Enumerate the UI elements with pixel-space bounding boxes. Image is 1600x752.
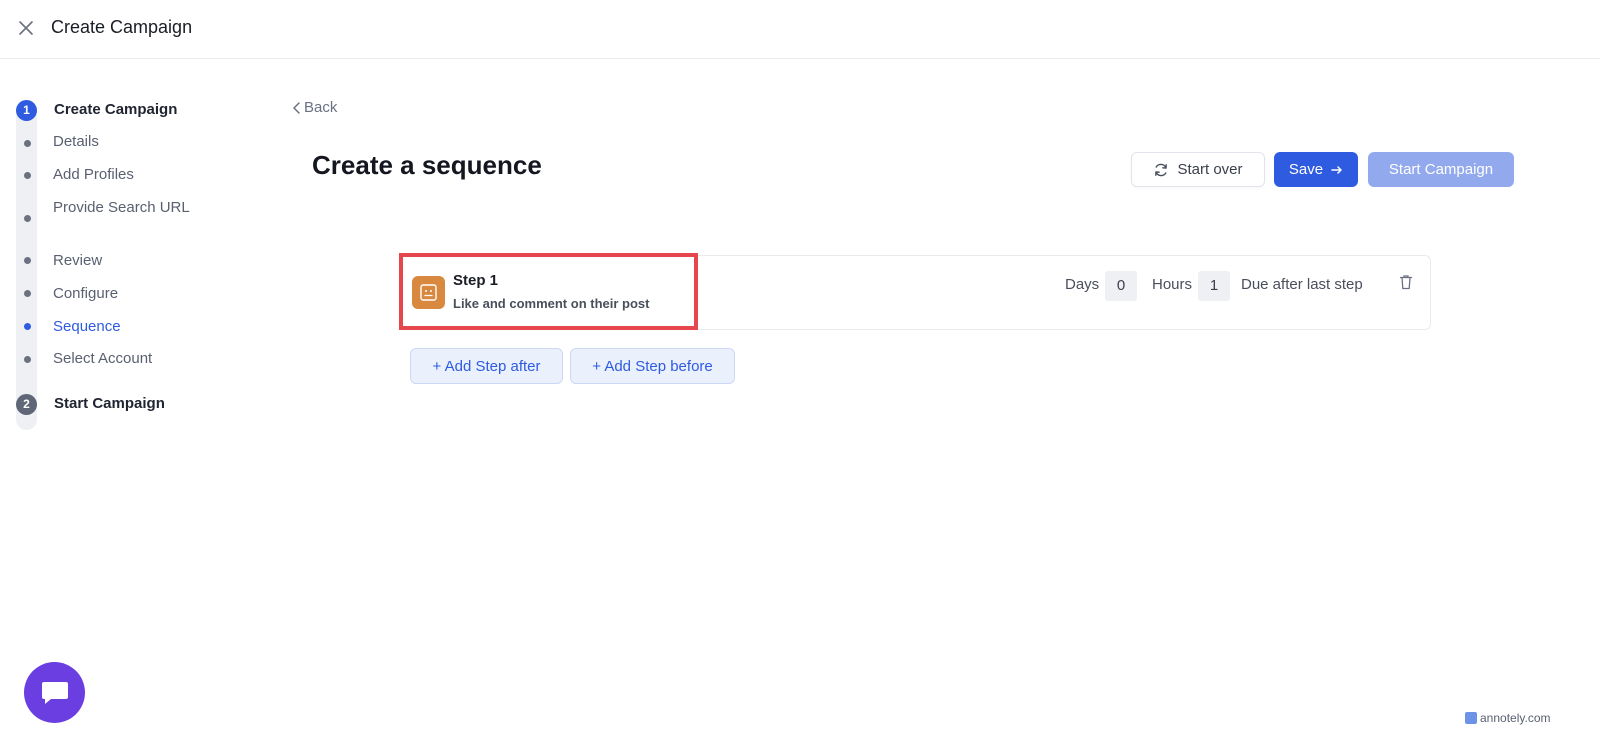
days-label: Days [1065,276,1100,293]
substep-dot-active [24,323,31,330]
refresh-icon [1155,163,1168,176]
campaign-stepper: 1 Create Campaign Details Add Profiles P… [16,100,216,430]
substep-configure[interactable]: Configure [53,284,193,304]
hours-label: Hours [1152,276,1193,293]
add-step-after-button[interactable]: + Add Step after [410,348,563,384]
save-label: Save [1288,161,1324,178]
watermark: annotely.com [1465,711,1550,725]
window-title: Create Campaign [51,17,193,37]
close-icon[interactable] [16,18,36,38]
substep-dot [24,356,31,363]
substep-details[interactable]: Details [53,132,193,152]
step-title: Step 1 [453,272,499,289]
due-label: Due after last step [1241,276,1363,293]
start-over-label: Start over [1177,161,1243,178]
substep-sequence[interactable]: Sequence [53,317,193,337]
substep-dot [24,172,31,179]
step-number-2: 2 [16,394,37,415]
watermark-text: annotely.com [1480,711,1551,725]
substep-dot [24,215,31,222]
back-link[interactable]: Back [292,99,337,116]
substep-review[interactable]: Review [53,251,193,271]
hours-value[interactable]: 1 [1198,271,1230,301]
days-value[interactable]: 0 [1105,271,1137,301]
substep-dot [24,290,31,297]
substep-provide-search-url[interactable]: Provide Search URL [53,198,193,218]
step-heading-create-campaign: Create Campaign [54,101,178,118]
substep-add-profiles[interactable]: Add Profiles [53,165,193,185]
chevron-left-icon [293,101,300,114]
substep-select-account[interactable]: Select Account [53,349,193,369]
annotely-logo-icon [1465,712,1477,724]
chat-icon[interactable] [24,662,85,723]
save-button[interactable]: Save [1274,152,1358,187]
engage-icon [412,276,445,309]
trash-icon[interactable] [1399,274,1413,290]
step-heading-start-campaign: Start Campaign [54,395,165,412]
substep-dot [24,140,31,147]
add-step-before-button[interactable]: + Add Step before [570,348,735,384]
page-title: Create a sequence [312,150,542,180]
arrow-right-icon [1331,165,1342,174]
substep-dot [24,257,31,264]
step-number-1: 1 [16,100,37,121]
stepper-track [16,100,37,430]
start-campaign-label: Start Campaign [1388,161,1494,178]
start-campaign-button[interactable]: Start Campaign [1368,152,1514,187]
top-bar: Create Campaign [0,0,1600,59]
start-over-button[interactable]: Start over [1131,152,1265,187]
step-description: Like and comment on their post [453,296,650,311]
back-label: Back [304,99,338,116]
